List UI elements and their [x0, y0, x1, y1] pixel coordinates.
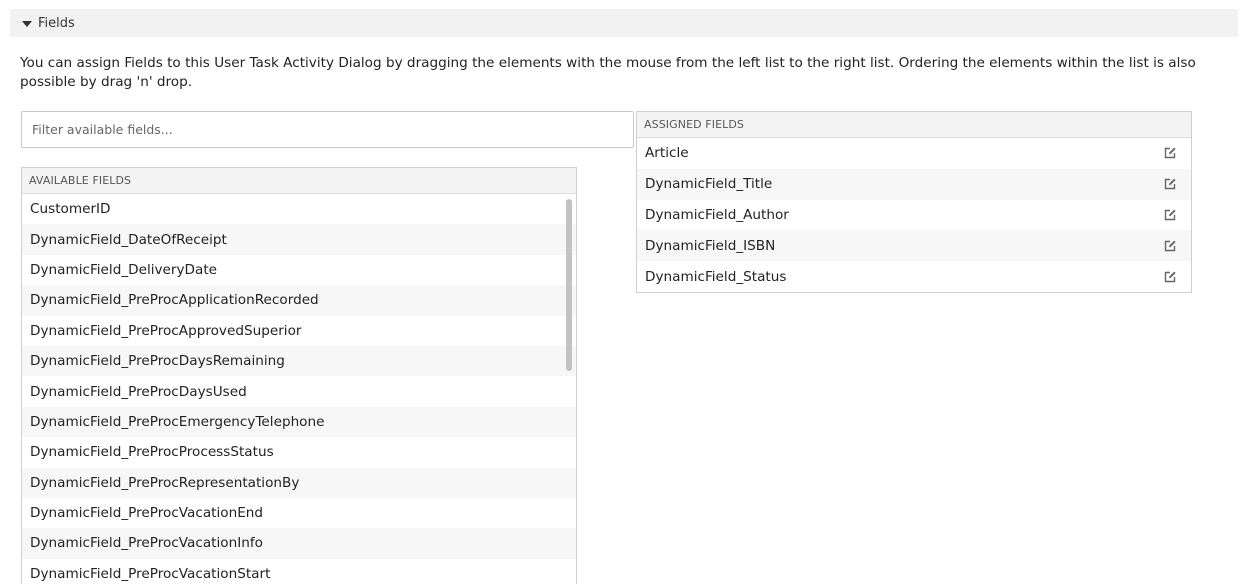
available-fields-panel: AVAILABLE FIELDS CustomerID DynamicField_…: [21, 167, 577, 584]
available-field-item[interactable]: CustomerID: [22, 194, 576, 224]
caret-down-icon: [22, 20, 32, 27]
field-label: DynamicField_Title: [645, 176, 773, 193]
available-fields-list: CustomerID DynamicField_DateOfReceipt Dyna…: [22, 194, 576, 584]
section-header: Fields: [10, 9, 1238, 37]
field-label: DynamicField_DateOfReceipt: [30, 231, 227, 248]
field-label: DynamicField_PreProcDaysUsed: [30, 383, 247, 400]
available-field-item[interactable]: DynamicField_PreProcVacationInfo: [22, 528, 576, 559]
available-field-item[interactable]: DynamicField_PreProcRepresentationBy: [22, 467, 576, 498]
field-label: DynamicField_PreProcEmergencyTelephone: [30, 413, 325, 430]
edit-icon[interactable]: [1163, 208, 1177, 222]
available-field-item[interactable]: DynamicField_PreProcDaysRemaining: [22, 345, 576, 377]
available-field-item[interactable]: DynamicField_PreProcVacationEnd: [22, 498, 576, 528]
assigned-field-item[interactable]: DynamicField_Status: [637, 261, 1191, 292]
assigned-field-item[interactable]: DynamicField_Title: [637, 168, 1191, 200]
field-label: Article: [645, 145, 689, 162]
available-field-item[interactable]: DynamicField_PreProcVacationStart: [22, 559, 576, 584]
scrollbar[interactable]: [566, 199, 572, 371]
field-label: DynamicField_ISBN: [645, 237, 776, 254]
field-label: DynamicField_PreProcApplicationRecorded: [30, 292, 319, 309]
edit-icon[interactable]: [1163, 177, 1177, 191]
available-field-item[interactable]: DynamicField_PreProcProcessStatus: [22, 437, 576, 467]
edit-icon[interactable]: [1163, 146, 1177, 160]
field-label: DynamicField_PreProcVacationEnd: [30, 505, 264, 522]
field-label: CustomerID: [30, 201, 111, 218]
available-field-item[interactable]: DynamicField_DateOfReceipt: [22, 224, 576, 255]
edit-icon[interactable]: [1163, 239, 1177, 253]
field-label: DynamicField_PreProcDaysRemaining: [30, 353, 285, 370]
fields-section: Fields You can assign Fields to this Use…: [0, 0, 1248, 584]
assigned-fields-panel: ASSIGNED FIELDS Article DynamicField_Titl…: [636, 111, 1192, 293]
section-toggle[interactable]: Fields: [10, 16, 75, 31]
available-field-item[interactable]: DynamicField_DeliveryDate: [22, 255, 576, 285]
field-label: DynamicField_DeliveryDate: [30, 261, 218, 278]
available-field-item[interactable]: DynamicField_PreProcDaysUsed: [22, 376, 576, 406]
edit-icon[interactable]: [1163, 270, 1177, 284]
field-label: DynamicField_PreProcRepresentationBy: [30, 474, 300, 491]
filter-available-fields-input[interactable]: [21, 111, 634, 148]
assigned-field-item[interactable]: Article: [637, 138, 1191, 169]
field-label: DynamicField_PreProcApprovedSuperior: [30, 322, 302, 339]
available-fields-header: AVAILABLE FIELDS: [22, 168, 576, 194]
assigned-field-item[interactable]: DynamicField_Author: [637, 200, 1191, 231]
section-title: Fields: [38, 15, 75, 31]
field-label: DynamicField_PreProcVacationInfo: [30, 535, 263, 552]
assigned-fields-list: Article DynamicField_Title DynamicField_Au…: [637, 138, 1191, 292]
available-field-item[interactable]: DynamicField_PreProcApplicationRecorded: [22, 285, 576, 316]
instructions-text: You can assign Fields to this User Task …: [20, 55, 1196, 90]
field-label: DynamicField_PreProcProcessStatus: [30, 444, 274, 461]
field-label: DynamicField_Status: [645, 268, 787, 285]
field-label: DynamicField_PreProcVacationStart: [30, 565, 271, 582]
assigned-fields-header: ASSIGNED FIELDS: [637, 112, 1191, 138]
field-label: DynamicField_Author: [645, 206, 789, 223]
available-field-item[interactable]: DynamicField_PreProcApprovedSuperior: [22, 316, 576, 346]
available-field-item[interactable]: DynamicField_PreProcEmergencyTelephone: [22, 406, 576, 438]
assigned-field-item[interactable]: DynamicField_ISBN: [637, 230, 1191, 262]
